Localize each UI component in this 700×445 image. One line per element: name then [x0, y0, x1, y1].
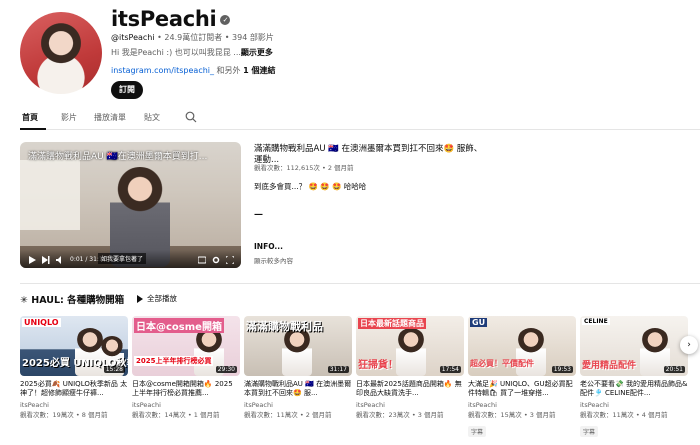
channel-links: instagram.com/itspeachi_ 和另外 1 個連結	[111, 65, 275, 76]
channel-avatar[interactable]	[20, 12, 102, 94]
video-channel[interactable]: itsPeachi	[580, 401, 688, 409]
thumbnail-text: 愛用精品配件	[582, 361, 637, 371]
play-all-icon	[137, 295, 143, 303]
video-card[interactable]: CELINE 愛用精品配件 20:51 老公不要看💸 我的愛用精品飾品&配件🎐 …	[580, 316, 688, 438]
shelf-title[interactable]: ✳ HAUL: 各種購物開箱	[20, 292, 124, 306]
channel-name: itsPeachi	[111, 7, 217, 31]
video-channel[interactable]: itsPeachi	[468, 401, 576, 409]
video-thumbnail[interactable]: CELINE 愛用精品配件 20:51	[580, 316, 688, 376]
thumbnail-person	[396, 328, 426, 376]
video-duration: 20:51	[663, 366, 685, 373]
subtitle-badge: 字幕	[468, 426, 487, 437]
channel-stats: • 24.9萬位訂閱者 • 394 部影片	[154, 33, 274, 42]
video-title[interactable]: 日本最新2025話題商品開箱🔥 無印良品大缺貨洗手...	[356, 380, 464, 398]
featured-video-meta: 觀看次數：112,615次 • 2 個月前	[254, 164, 354, 172]
featured-video-player[interactable]: 滿滿購物戰利品AU 🇦🇺在澳洲墨爾本買到打... 0:01 / 31:17 如我…	[20, 142, 241, 268]
thumbnail-text: 滿滿購物戰利品	[246, 320, 323, 333]
thumbnail-text: 日本最新話題商品	[358, 318, 426, 329]
video-channel[interactable]: itsPeachi	[244, 401, 352, 409]
instagram-link[interactable]: instagram.com/itspeachi_	[111, 66, 214, 75]
featured-video-description: 到底多會買...？ 🤩 🤩 🤩 哈哈哈	[254, 182, 367, 191]
video-channel[interactable]: itsPeachi	[132, 401, 240, 409]
video-channel[interactable]: itsPeachi	[356, 401, 464, 409]
tab-home[interactable]: 首頁	[22, 112, 38, 123]
video-card[interactable]: UNIQLO 2025必買 UNIQLO秋季 15:28 2025必買🍂 UNI…	[20, 316, 128, 419]
active-tab-indicator	[20, 128, 46, 130]
more-links-link[interactable]: 1 個連結	[243, 66, 275, 75]
channel-tabs: 首頁 影片 播放清單 貼文	[20, 108, 700, 130]
video-duration: 17:54	[439, 366, 461, 373]
thumbnail-subtext: 2025上半年排行榜必買	[134, 356, 214, 366]
links-suffix: 和另外	[214, 66, 244, 75]
video-meta: 觀看次數：11萬次 • 4 個月前	[580, 411, 668, 419]
thumbnail-brand: UNIQLO	[22, 318, 61, 327]
play-all-button[interactable]: 全部播放	[137, 293, 177, 304]
video-thumbnail[interactable]: GU 超必買！平價配件 19:53	[468, 316, 576, 376]
video-title[interactable]: 2025必買🍂 UNIQLO秋季新品 太神了！超修飾顯瘦牛仔褲...	[20, 380, 128, 398]
settings-icon[interactable]	[212, 256, 220, 264]
channel-description-text: Hi 我是Peachi :) 也可以叫我昆昆 ...	[111, 48, 241, 57]
player-controls: 0:01 / 31:17 如我要拿包著了	[20, 250, 241, 268]
search-icon[interactable]	[185, 111, 197, 123]
show-more-link[interactable]: 顯示更多	[241, 48, 273, 57]
video-card[interactable]: 日本最新話題商品 狂掃貨！ 17:54 日本最新2025話題商品開箱🔥 無印良品…	[356, 316, 464, 419]
thumbnail-person	[282, 328, 312, 376]
video-thumbnail[interactable]: 滿滿購物戰利品 31:17	[244, 316, 352, 376]
video-meta: 觀看次數：14萬次 • 1 個月前	[132, 411, 220, 419]
thumbnail-brand: GU	[470, 318, 488, 327]
thumbnail-subtext: 狂掃貨！	[358, 360, 398, 371]
thumbnail-text: 日本@cosme開箱	[134, 318, 224, 333]
section-divider	[20, 283, 700, 284]
video-channel[interactable]: itsPeachi	[20, 401, 128, 409]
video-duration: 29:30	[215, 366, 237, 373]
video-title[interactable]: 滿滿購物戰利品AU 🇦🇺 在澳洲墨爾本買到扛不回來🤩 服...	[244, 380, 352, 398]
video-card[interactable]: 日本@cosme開箱 2025上半年排行榜必買 29:30 日本@cosme開箱…	[132, 316, 240, 419]
channel-name-heading: itsPeachi ✓	[111, 7, 231, 31]
captions-icon[interactable]	[198, 256, 206, 264]
featured-info-label: INFO...	[254, 242, 283, 251]
play-icon[interactable]	[28, 256, 36, 264]
tab-playlists[interactable]: 播放清單	[94, 112, 126, 123]
video-meta: 觀看次數：15萬次 • 3 個月前	[468, 411, 556, 419]
video-meta: 觀看次數：23萬次 • 3 個月前	[356, 411, 444, 419]
thumbnail-brand: CELINE	[582, 318, 610, 325]
video-thumbnail[interactable]: 日本最新話題商品 狂掃貨！ 17:54	[356, 316, 464, 376]
featured-read-more-link[interactable]: 顯示較多內容	[254, 255, 293, 265]
subtitle-badge: 字幕	[580, 426, 599, 437]
fullscreen-icon[interactable]	[226, 256, 234, 264]
tab-posts[interactable]: 貼文	[144, 112, 160, 123]
video-title[interactable]: 老公不要看💸 我的愛用精品飾品&配件🎐 CELINE配件...	[580, 380, 688, 398]
channel-description[interactable]: Hi 我是Peachi :) 也可以叫我昆昆 ...顯示更多	[111, 47, 273, 58]
channel-meta: @itsPeachi • 24.9萬位訂閱者 • 394 部影片	[111, 32, 274, 43]
tab-videos[interactable]: 影片	[61, 112, 77, 123]
video-title[interactable]: 日本@cosme開箱開箱🔥 2025 上半年排行榜必買推薦...	[132, 380, 240, 398]
thumbnail-text: 超必買！平價配件	[470, 359, 534, 368]
video-duration: 19:53	[551, 366, 573, 373]
featured-description-dash: —	[254, 210, 263, 220]
video-duration: 15:28	[103, 366, 125, 373]
player-overlay-title: 滿滿購物戰利品AU 🇦🇺在澳洲墨爾本買到打...	[28, 152, 208, 162]
video-thumbnail[interactable]: UNIQLO 2025必買 UNIQLO秋季 15:28	[20, 316, 128, 376]
channel-handle: @itsPeachi	[111, 33, 155, 42]
subscribe-button[interactable]: 訂閱	[111, 81, 143, 99]
video-title[interactable]: 大滿足🎉 UNIQLO、GU超必買配件特輯🛍 買了一堆穿搭...	[468, 380, 576, 398]
video-card[interactable]: GU 超必買！平價配件 19:53 大滿足🎉 UNIQLO、GU超必買配件特輯🛍…	[468, 316, 576, 438]
video-meta: 觀看次數：19萬次 • 8 個月前	[20, 411, 108, 419]
play-all-label: 全部播放	[147, 294, 177, 303]
chevron-right-icon[interactable]: ›	[680, 336, 698, 354]
volume-icon[interactable]	[56, 256, 64, 264]
player-scene-window	[20, 160, 80, 230]
next-icon[interactable]	[42, 256, 50, 264]
player-subtitle: 如我要拿包著了	[98, 253, 147, 264]
video-duration: 31:17	[327, 366, 349, 373]
verified-check-icon: ✓	[220, 15, 231, 25]
video-thumbnail[interactable]: 日本@cosme開箱 2025上半年排行榜必買 29:30	[132, 316, 240, 376]
video-card[interactable]: 滿滿購物戰利品 31:17 滿滿購物戰利品AU 🇦🇺 在澳洲墨爾本買到扛不回來🤩…	[244, 316, 352, 419]
video-meta: 觀看次數：11萬次 • 2 個月前	[244, 411, 332, 419]
